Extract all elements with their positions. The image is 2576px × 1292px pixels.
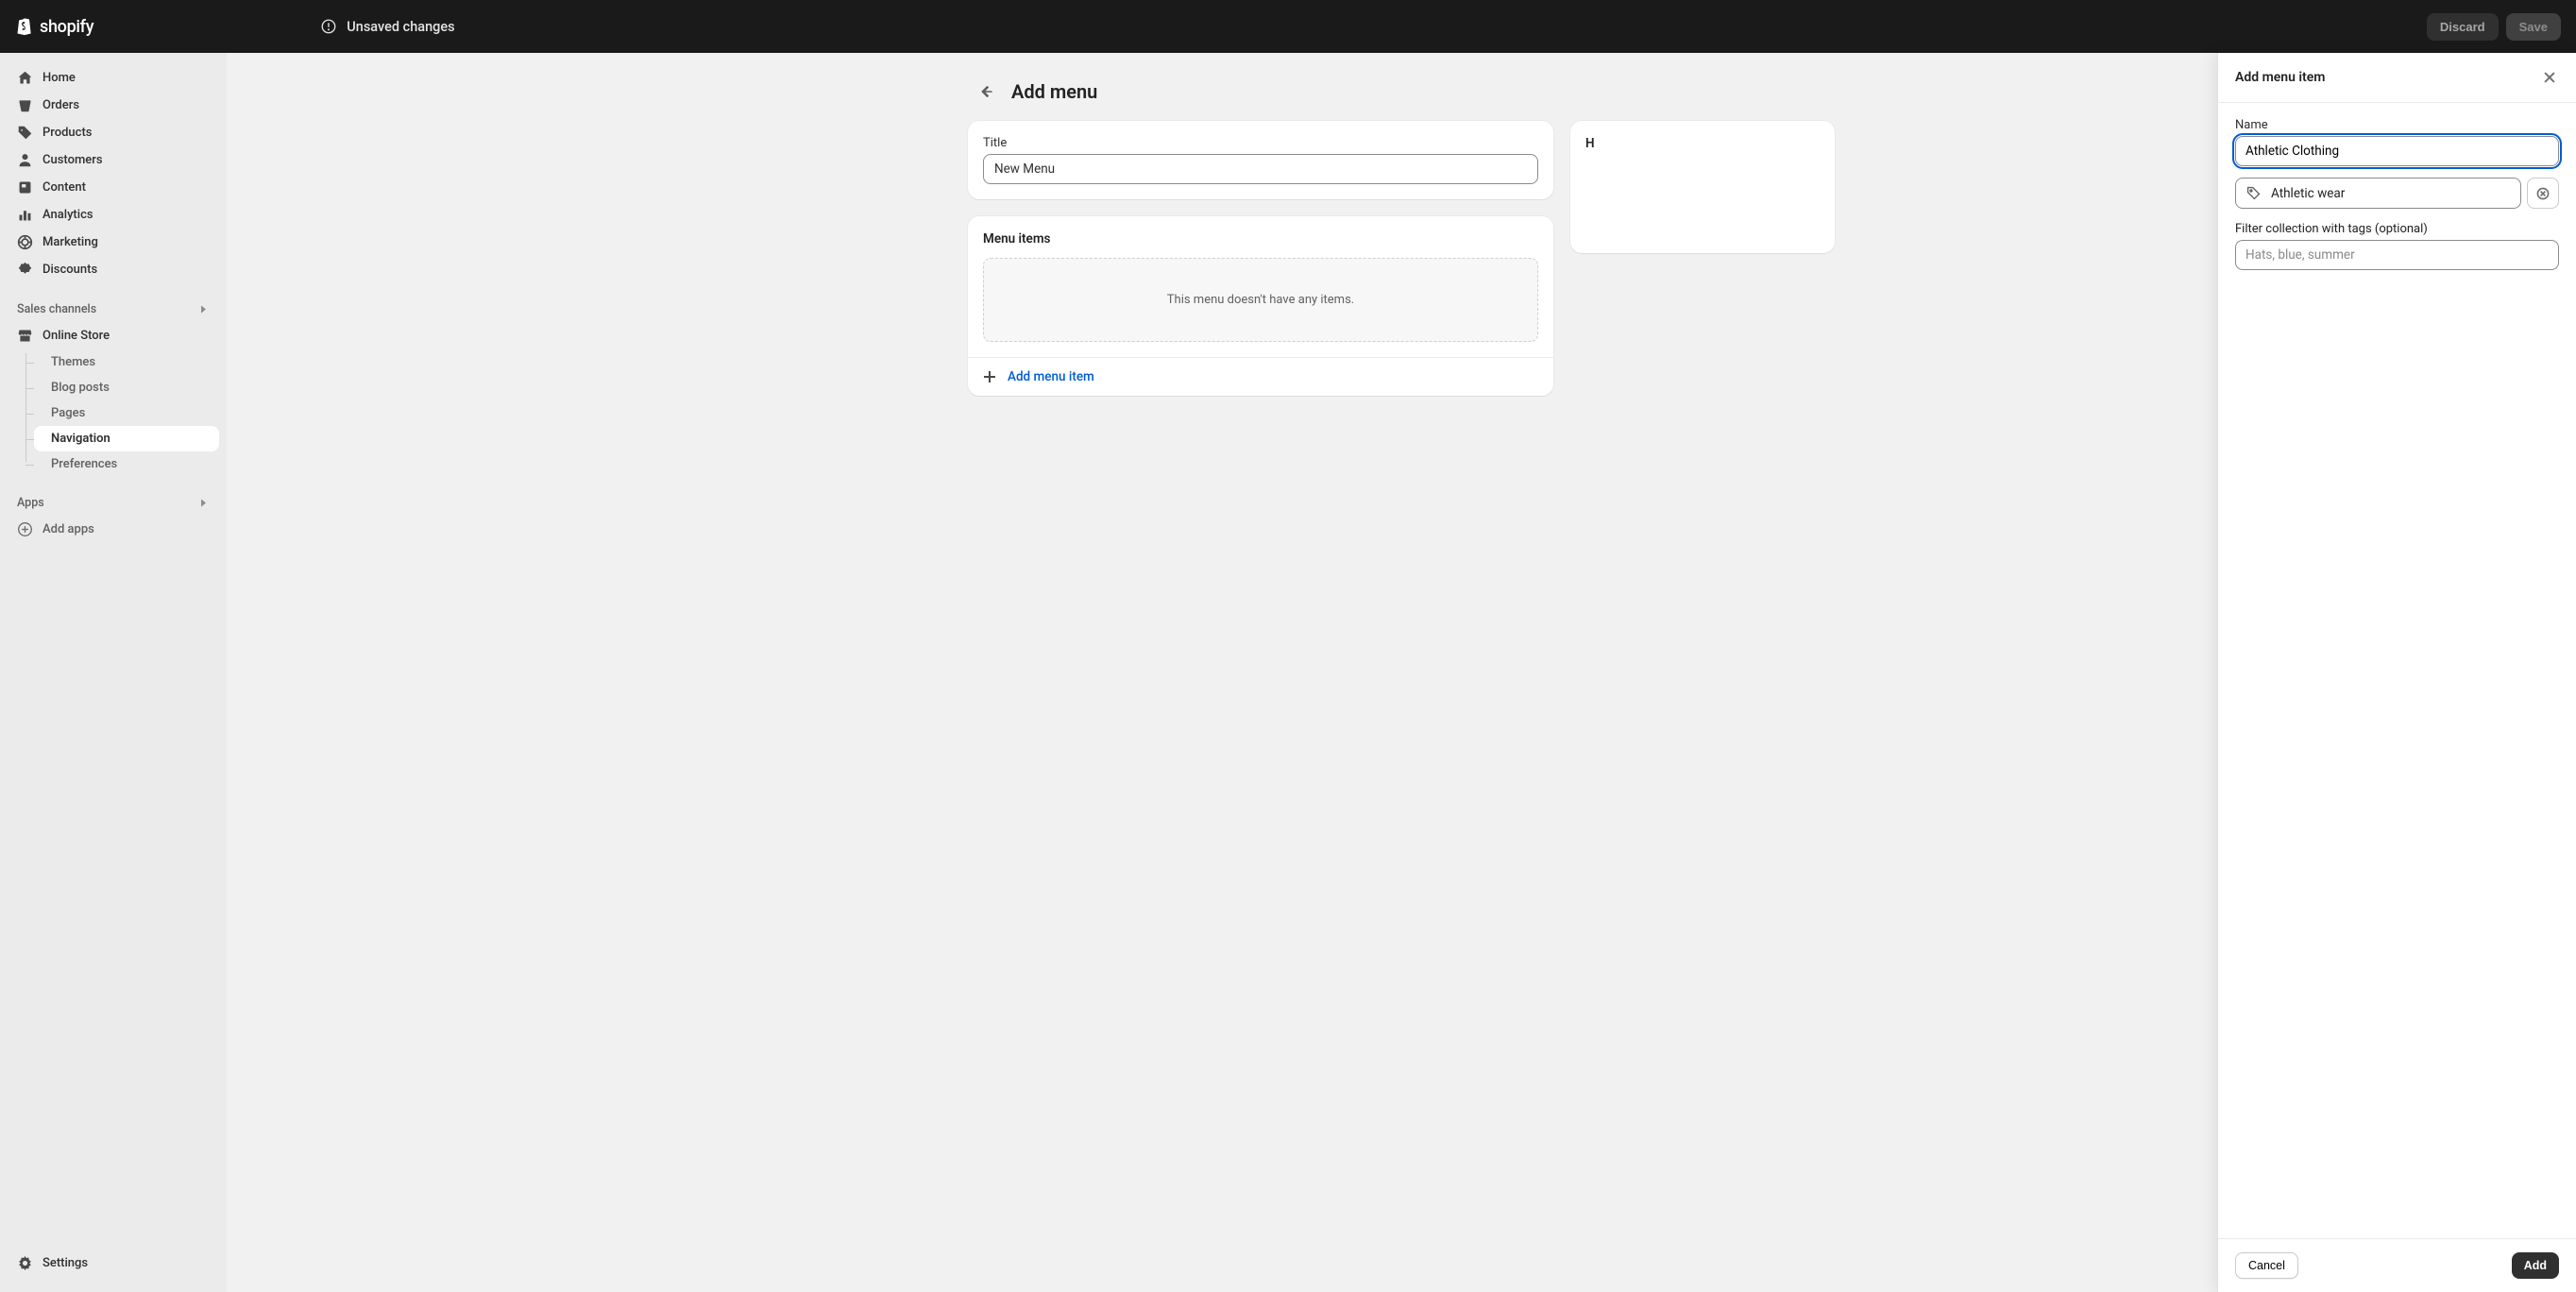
title-label: Title xyxy=(983,136,1538,150)
gear-icon xyxy=(17,1255,33,1271)
sidebar: Home Orders Products Customers Content A… xyxy=(0,53,227,1292)
cancel-button[interactable]: Cancel xyxy=(2235,1252,2298,1279)
add-menu-item-panel: Add menu item Name Athletic wear Filter … xyxy=(2217,53,2576,1292)
add-button[interactable]: Add xyxy=(2512,1252,2559,1279)
section-label: Sales channels xyxy=(17,302,96,316)
nav-label: Home xyxy=(42,71,76,85)
arrow-left-icon xyxy=(977,83,994,100)
save-button[interactable]: Save xyxy=(2506,13,2561,41)
section-label: Apps xyxy=(17,496,44,510)
nav-label: Online Store xyxy=(42,329,110,343)
collection-tag-icon xyxy=(2246,185,2262,201)
shopify-logo[interactable]: shopify xyxy=(15,16,93,37)
sub-label: Pages xyxy=(51,406,85,420)
sidebar-item-analytics[interactable]: Analytics xyxy=(8,201,219,229)
content-icon xyxy=(17,179,33,196)
chevron-right-icon xyxy=(197,497,210,509)
subitem-blog-posts[interactable]: Blog posts xyxy=(34,375,219,400)
nav-label: Products xyxy=(42,126,92,140)
alert-icon xyxy=(320,18,337,35)
close-icon xyxy=(2543,71,2556,84)
add-link-label: Add menu item xyxy=(1008,369,1094,384)
unsaved-text: Unsaved changes xyxy=(347,19,454,35)
sub-label: Blog posts xyxy=(51,381,110,395)
title-card: Title xyxy=(968,121,1553,199)
sidebar-item-orders[interactable]: Orders xyxy=(8,92,219,119)
nav-label: Analytics xyxy=(42,208,93,222)
help-card: H xyxy=(1570,121,1835,253)
target-icon xyxy=(17,234,33,250)
plus-icon xyxy=(983,370,996,383)
nav-label: Settings xyxy=(42,1256,88,1270)
add-apps-link[interactable]: Add apps xyxy=(8,516,219,543)
sidebar-item-marketing[interactable]: Marketing xyxy=(8,229,219,256)
help-title: H xyxy=(1585,136,1820,151)
empty-state: This menu doesn't have any items. xyxy=(983,258,1538,342)
orders-icon xyxy=(17,97,33,113)
filter-label: Filter collection with tags (optional) xyxy=(2235,222,2559,236)
unsaved-indicator: Unsaved changes xyxy=(320,18,454,35)
discount-icon xyxy=(17,262,33,278)
sidebar-item-online-store[interactable]: Online Store xyxy=(8,322,219,349)
panel-title: Add menu item xyxy=(2235,70,2325,85)
menu-items-card: Menu items This menu doesn't have any it… xyxy=(968,216,1553,396)
subitem-pages[interactable]: Pages xyxy=(34,400,219,426)
person-icon xyxy=(17,152,33,168)
chevron-right-icon xyxy=(197,303,210,315)
analytics-icon xyxy=(17,207,33,223)
title-input[interactable] xyxy=(983,154,1538,184)
sub-label: Themes xyxy=(51,355,95,369)
close-button[interactable] xyxy=(2540,68,2559,87)
top-bar: shopify Unsaved changes Discard Save xyxy=(0,0,2576,53)
name-label: Name xyxy=(2235,118,2559,132)
sidebar-item-content[interactable]: Content xyxy=(8,174,219,201)
header-actions: Discard Save xyxy=(2427,13,2561,41)
apps-header[interactable]: Apps xyxy=(8,490,219,516)
subitem-navigation[interactable]: Navigation xyxy=(34,426,219,451)
store-icon xyxy=(17,328,33,344)
back-button[interactable] xyxy=(974,79,998,104)
plus-circle-icon xyxy=(17,521,33,537)
sub-label: Preferences xyxy=(51,457,117,471)
subitem-preferences[interactable]: Preferences xyxy=(34,451,219,477)
online-store-subitems: Themes Blog posts Pages Navigation Prefe… xyxy=(25,349,219,477)
add-menu-item-link[interactable]: Add menu item xyxy=(983,369,1538,384)
link-value: Athletic wear xyxy=(2271,186,2345,201)
sidebar-item-products[interactable]: Products xyxy=(8,119,219,146)
shopify-icon xyxy=(15,16,34,37)
sales-channels-header[interactable]: Sales channels xyxy=(8,297,219,322)
sidebar-item-discounts[interactable]: Discounts xyxy=(8,256,219,283)
nav-label: Customers xyxy=(42,153,103,167)
nav-label: Discounts xyxy=(42,263,97,277)
page-title: Add menu xyxy=(1011,80,1097,103)
discard-button[interactable]: Discard xyxy=(2427,13,2499,41)
link-field[interactable]: Athletic wear xyxy=(2235,178,2521,209)
sub-label: Navigation xyxy=(51,432,110,446)
nav-label: Orders xyxy=(42,98,79,112)
home-icon xyxy=(17,70,33,86)
name-input[interactable] xyxy=(2235,136,2559,166)
sidebar-item-home[interactable]: Home xyxy=(8,64,219,92)
clear-icon xyxy=(2535,186,2551,201)
menu-items-title: Menu items xyxy=(983,231,1538,246)
tag-icon xyxy=(17,125,33,141)
subitem-themes[interactable]: Themes xyxy=(34,349,219,375)
nav-label: Content xyxy=(42,180,86,195)
clear-link-button[interactable] xyxy=(2527,178,2559,209)
add-apps-label: Add apps xyxy=(42,522,94,536)
filter-input[interactable] xyxy=(2235,240,2559,270)
sidebar-item-customers[interactable]: Customers xyxy=(8,146,219,174)
brand-text: shopify xyxy=(40,17,93,37)
nav-label: Marketing xyxy=(42,235,98,249)
sidebar-item-settings[interactable]: Settings xyxy=(8,1250,219,1277)
